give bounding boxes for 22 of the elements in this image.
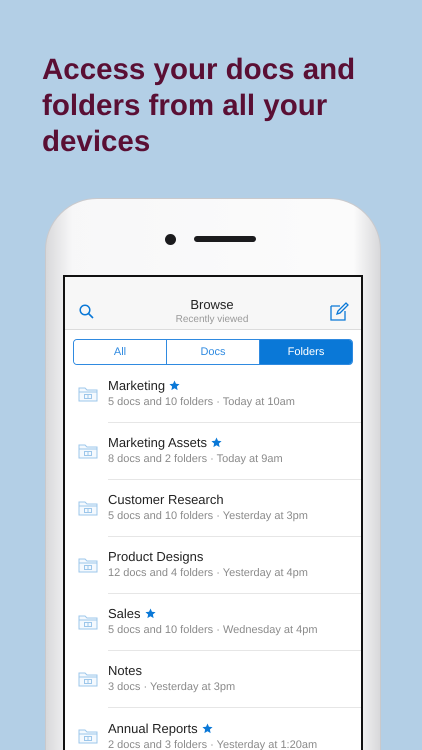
folder-details: 12 docs and 4 folders · Yesterday at 4pm [108, 567, 309, 579]
earpiece-speaker [194, 236, 256, 242]
folder-details: 2 docs and 3 folders · Yesterday at 1:20am [108, 738, 318, 750]
folder-name[interactable]: Marketing Assets [108, 435, 207, 450]
segment-tab[interactable]: Folders [259, 340, 352, 364]
folder-name[interactable]: Marketing [108, 378, 166, 393]
folder-name[interactable]: Notes [108, 663, 142, 678]
folder-name[interactable]: Annual Reports [108, 720, 198, 736]
folder-name[interactable]: Customer Research [108, 492, 224, 507]
camera-lens [164, 234, 176, 244]
folder-name[interactable]: Product Designs [108, 549, 204, 564]
folder-details: 5 docs and 10 folders · Wednesday at 4pm [108, 624, 319, 636]
search-icon[interactable] [79, 304, 94, 318]
headline: Access your docs and folders from all your devices [42, 52, 356, 160]
compose-icon[interactable] [330, 302, 349, 320]
folder-details: 5 docs and 10 folders · Yesterday at 3pm [108, 510, 309, 522]
folder-details: 3 docs · Yesterday at 3pm [108, 681, 236, 693]
screen-title: Browse [190, 297, 234, 312]
folder-details: 5 docs and 10 folders · Today at 10am [108, 396, 296, 408]
screen-subtitle: Recently viewed [176, 314, 248, 325]
folder-details: 8 docs and 2 folders · Today at 9am [108, 453, 284, 465]
folder-name[interactable]: Sales [108, 606, 141, 621]
